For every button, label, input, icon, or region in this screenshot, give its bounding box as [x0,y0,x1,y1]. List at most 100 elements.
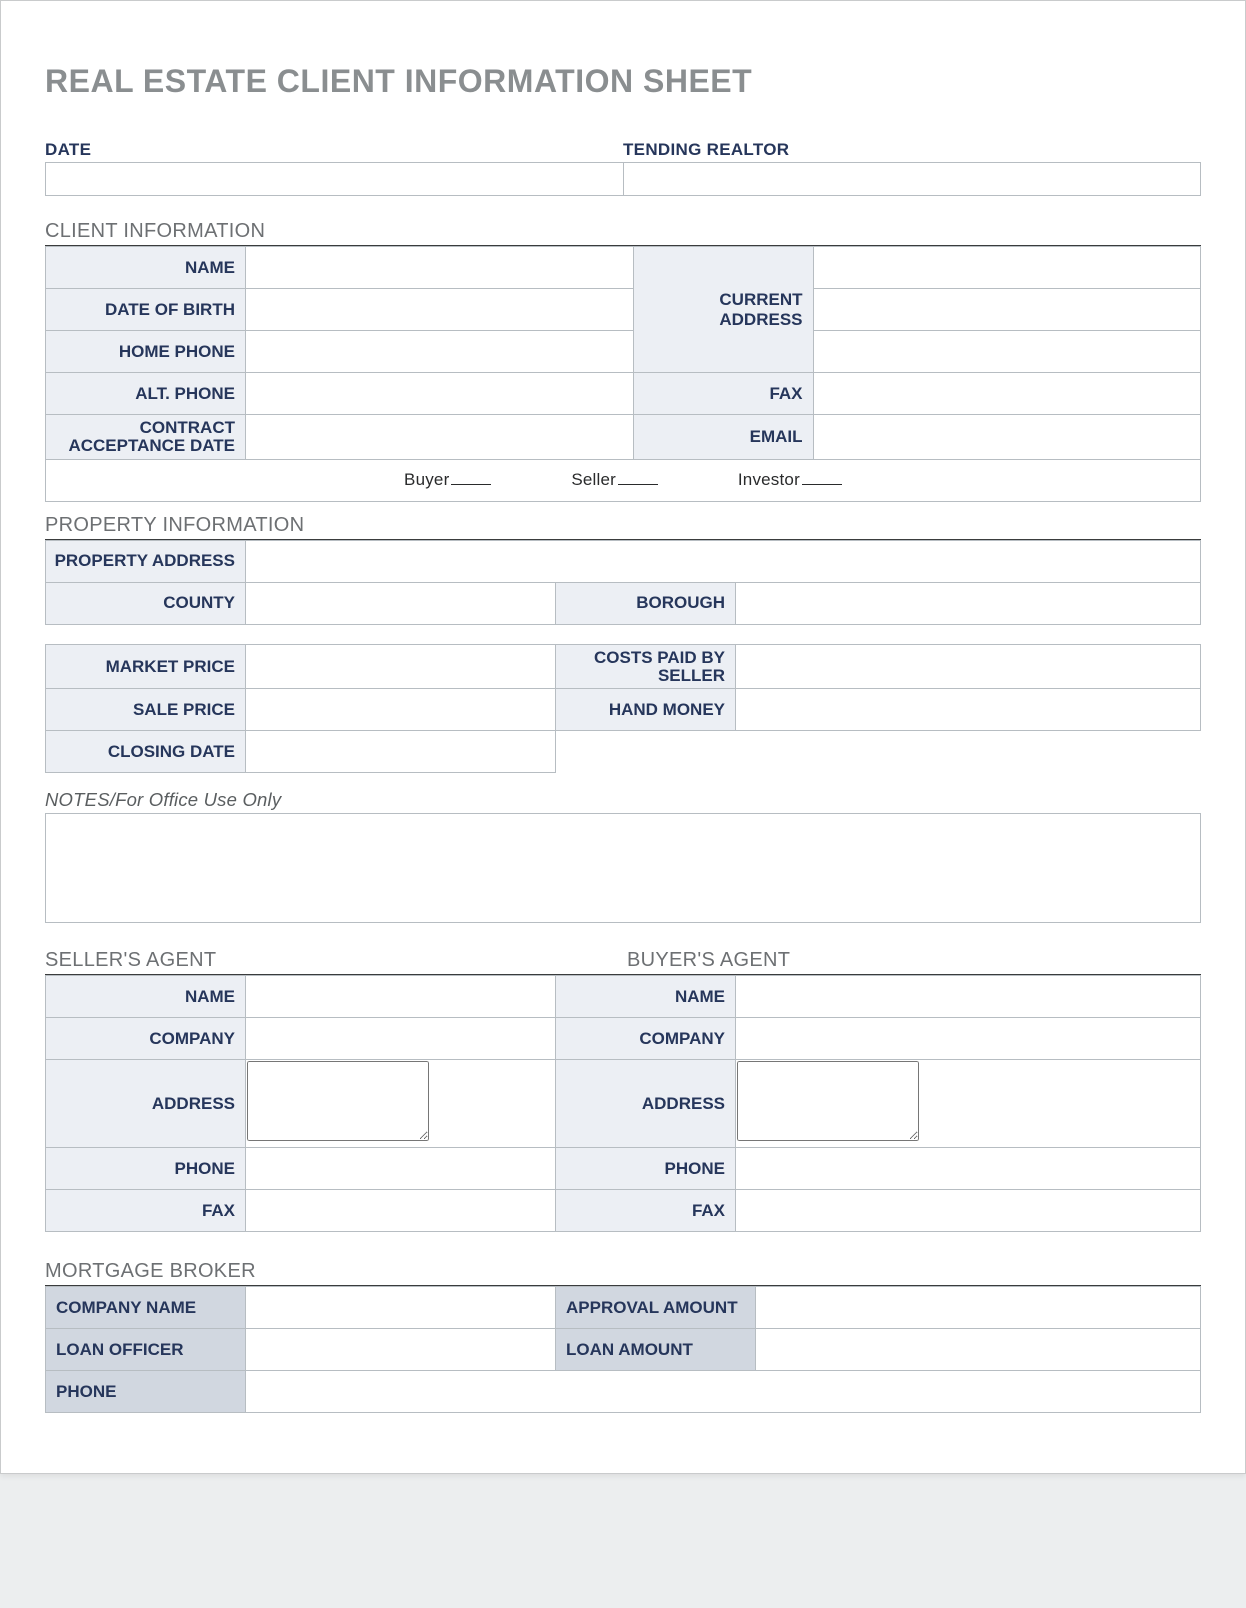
top-input-row [45,162,1201,196]
input-county[interactable] [247,584,554,623]
input-buyer-fax[interactable] [737,1191,1199,1230]
input-seller-address[interactable] [247,1061,429,1141]
input-fax[interactable] [815,374,1200,413]
val-buyer-fax [736,1190,1201,1232]
val-loan-officer [246,1329,556,1371]
input-costs-paid[interactable] [737,646,1199,688]
input-broker-company[interactable] [247,1288,554,1327]
input-closing-date[interactable] [247,732,554,771]
val-seller-fax [246,1190,556,1232]
label-buyer-fax: FAX [556,1190,736,1232]
realtor-cell [623,163,1200,195]
val-home-phone [246,331,634,373]
input-seller-phone[interactable] [247,1149,554,1188]
val-buyer-address [736,1060,1201,1148]
val-buyer-phone [736,1148,1201,1190]
agents-grid: NAME NAME COMPANY COMPANY ADDRESS ADDRES… [45,975,1201,1232]
property-grid-2: MARKET PRICE COSTS PAID BY SELLER SALE P… [45,644,1201,774]
val-contract-date [246,415,634,460]
val-email [813,415,1201,460]
label-market-price: MARKET PRICE [46,644,246,689]
label-borough: BOROUGH [556,582,736,624]
val-market-price [246,644,556,689]
property-section-header: PROPERTY INFORMATION [45,514,1201,541]
input-market-price[interactable] [247,646,554,688]
input-buyer-phone[interactable] [737,1149,1199,1188]
input-address-3[interactable] [815,332,1200,371]
label-seller-name: NAME [46,976,246,1018]
seller-agent-header: SELLER'S AGENT [45,949,623,972]
val-seller-address [246,1060,556,1148]
blank-seller [618,484,658,485]
input-alt-phone[interactable] [247,374,632,413]
input-loan-officer[interactable] [247,1330,554,1369]
input-broker-phone[interactable] [247,1372,1199,1411]
val-costs-paid [736,644,1201,689]
input-home-phone[interactable] [247,332,632,371]
empty-cell [556,731,1201,773]
notes-box [45,813,1201,923]
val-prop-address [246,540,1201,582]
choice-investor: Investor [738,470,800,489]
input-seller-name[interactable] [247,977,554,1016]
label-seller-address: ADDRESS [46,1060,246,1148]
label-sale-price: SALE PRICE [46,689,246,731]
broker-grid: COMPANY NAME APPROVAL AMOUNT LOAN OFFICE… [45,1286,1201,1413]
page-title: REAL ESTATE CLIENT INFORMATION SHEET [45,63,1201,100]
label-name: NAME [46,247,246,289]
label-fax: FAX [633,373,813,415]
label-dob: DATE OF BIRTH [46,289,246,331]
val-address-1 [813,247,1201,289]
input-hand-money[interactable] [737,690,1199,729]
val-closing-date [246,731,556,773]
input-dob[interactable] [247,290,632,329]
input-approval-amount[interactable] [757,1288,1199,1327]
input-email[interactable] [815,416,1200,458]
val-borough [736,582,1201,624]
input-buyer-address[interactable] [737,1061,919,1141]
label-buyer-phone: PHONE [556,1148,736,1190]
input-borough[interactable] [737,584,1199,623]
val-buyer-company [736,1018,1201,1060]
label-buyer-name: NAME [556,976,736,1018]
val-seller-name [246,976,556,1018]
input-address-2[interactable] [815,290,1200,329]
blank-investor [802,484,842,485]
client-type-row[interactable]: Buyer Seller Investor [46,459,1201,501]
top-labels-row: DATE TENDING REALTOR [45,140,1201,160]
input-address-1[interactable] [815,248,1200,287]
broker-section-header: MORTGAGE BROKER [45,1260,1201,1287]
input-buyer-company[interactable] [737,1019,1199,1058]
input-seller-company[interactable] [247,1019,554,1058]
label-broker-phone: PHONE [46,1371,246,1413]
date-cell [46,163,623,195]
val-sale-price [246,689,556,731]
label-seller-fax: FAX [46,1190,246,1232]
notes-label: NOTES/For Office Use Only [45,789,1201,811]
input-buyer-name[interactable] [737,977,1199,1016]
val-address-2 [813,289,1201,331]
blank-buyer [451,484,491,485]
agents-section-header: SELLER'S AGENT BUYER'S AGENT [45,949,1201,976]
label-seller-company: COMPANY [46,1018,246,1060]
client-section-header: CLIENT INFORMATION [45,220,1201,247]
val-loan-amount [756,1329,1201,1371]
val-seller-company [246,1018,556,1060]
input-loan-amount[interactable] [757,1330,1199,1369]
input-prop-address[interactable] [247,542,1199,581]
label-county: COUNTY [46,582,246,624]
label-hand-money: HAND MONEY [556,689,736,731]
val-hand-money [736,689,1201,731]
input-sale-price[interactable] [247,690,554,729]
input-name[interactable] [247,248,632,287]
input-seller-fax[interactable] [247,1191,554,1230]
date-input[interactable] [46,163,623,195]
input-contract-date[interactable] [247,416,632,458]
client-grid: NAME CURRENT ADDRESS DATE OF BIRTH HOME … [45,246,1201,502]
form-page: REAL ESTATE CLIENT INFORMATION SHEET DAT… [0,0,1246,1474]
label-buyer-company: COMPANY [556,1018,736,1060]
realtor-label: TENDING REALTOR [623,140,1201,160]
notes-textarea[interactable] [46,814,1200,922]
label-broker-company: COMPANY NAME [46,1287,246,1329]
realtor-input[interactable] [624,163,1200,195]
